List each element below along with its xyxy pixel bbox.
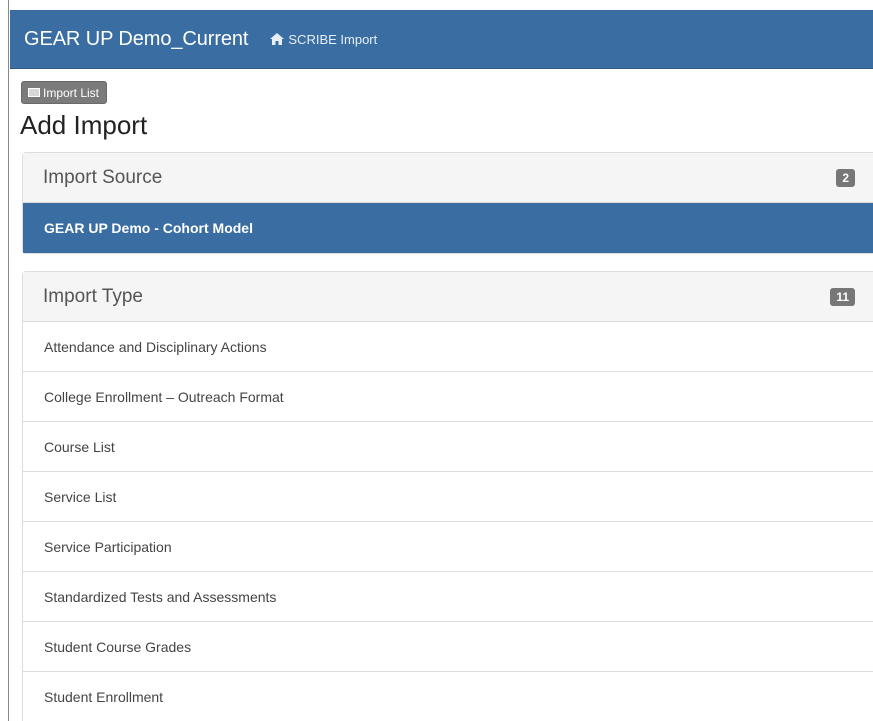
page-title: Add Import xyxy=(20,110,148,140)
window-left-border xyxy=(0,0,9,721)
breadcrumb[interactable]: SCRIBE Import xyxy=(270,32,377,47)
import-source-item[interactable]: GEAR UP Demo - Cohort Model xyxy=(23,203,873,253)
import-type-count-badge: 11 xyxy=(830,288,855,306)
import-source-heading: Import Source 2 xyxy=(23,153,873,203)
breadcrumb-label: SCRIBE Import xyxy=(288,31,378,47)
import-type-item[interactable]: Course List xyxy=(23,422,873,472)
import-type-item[interactable]: Student Course Grades xyxy=(23,622,873,672)
import-source-panel: Import Source 2 GEAR UP Demo - Cohort Mo… xyxy=(22,152,873,254)
import-source-count-badge: 2 xyxy=(836,169,855,187)
import-list-label: Import List xyxy=(43,85,100,100)
home-icon xyxy=(270,33,285,45)
import-type-item[interactable]: Service Participation xyxy=(23,522,873,572)
import-type-title: Import Type xyxy=(43,285,143,307)
import-type-item[interactable]: Student Enrollment xyxy=(23,672,873,721)
import-list-button[interactable]: Import List xyxy=(21,81,108,104)
app-brand[interactable]: GEAR UP Demo_Current xyxy=(24,28,248,51)
import-type-item[interactable]: College Enrollment – Outreach Format xyxy=(23,372,873,422)
import-type-heading: Import Type 11 xyxy=(23,272,873,322)
import-source-title: Import Source xyxy=(43,166,163,188)
import-type-item[interactable]: Service List xyxy=(23,472,873,522)
import-type-panel: Import Type 11 Attendance and Disciplina… xyxy=(22,271,873,721)
list-icon xyxy=(28,88,40,97)
import-type-item[interactable]: Standardized Tests and Assessments xyxy=(23,572,873,622)
import-type-item[interactable]: Attendance and Disciplinary Actions xyxy=(23,322,873,372)
top-navbar: GEAR UP Demo_Current SCRIBE Import xyxy=(10,10,873,69)
